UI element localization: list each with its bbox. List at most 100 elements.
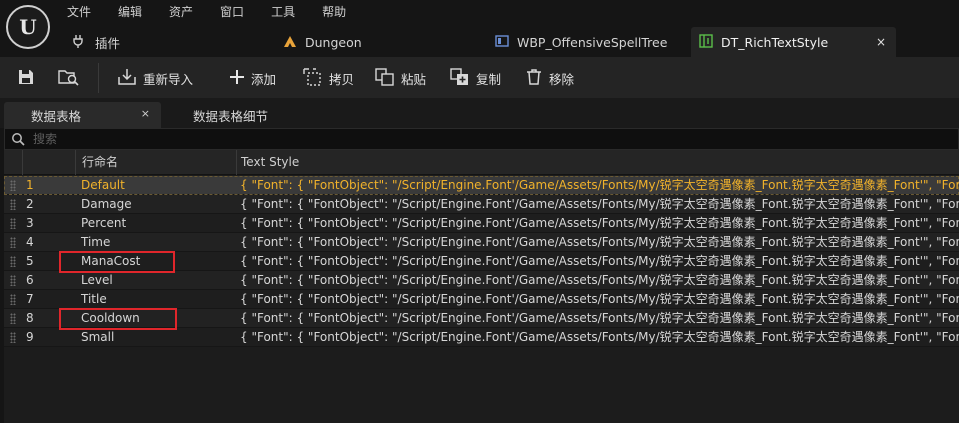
data-table-icon [699,33,713,51]
row-text-style: { "Font": { "FontObject": "/Script/Engin… [240,330,959,344]
table-row[interactable]: 9 Small { "Font": { "FontObject": "/Scri… [4,328,959,347]
table-row[interactable]: 2 Damage { "Font": { "FontObject": "/Scr… [4,195,959,214]
row-name: Level [81,273,113,287]
browse-button[interactable] [58,57,86,99]
row-text-style: { "Font": { "FontObject": "/Script/Engin… [240,178,959,192]
highlight-box-cooldown [59,308,177,330]
panel-tabs: 数据表格 × 数据表格细节 [0,99,959,128]
duplicate-button[interactable]: 复制 [450,57,501,99]
search-icon [11,132,25,149]
close-tab-icon[interactable]: × [876,35,886,49]
trash-icon [525,68,543,89]
table-header: 行命名 Text Style [4,150,959,175]
row-text-style: { "Font": { "FontObject": "/Script/Engin… [240,311,959,325]
row-number: 3 [26,216,34,230]
row-number: 5 [26,254,34,268]
row-number: 8 [26,311,34,325]
level-icon [283,34,297,51]
menu-asset[interactable]: 资产 [169,3,193,21]
highlight-box-manacost [59,251,175,273]
close-panel-icon[interactable]: × [141,107,150,120]
menu-window[interactable]: 窗口 [220,3,244,21]
tab-plugins[interactable]: 插件 [55,27,275,57]
column-header-text-style[interactable]: Text Style [241,150,299,175]
menu-edit[interactable]: 编辑 [118,3,142,21]
table-row[interactable]: 4 Time { "Font": { "FontObject": "/Scrip… [4,233,959,252]
reimport-button[interactable]: 重新导入 [117,57,193,99]
tab-wbp-offensive-spell-tree[interactable]: WBP_OffensiveSpellTree [483,27,691,57]
save-button[interactable] [17,57,41,99]
toolbar-divider [98,63,99,93]
row-text-style: { "Font": { "FontObject": "/Script/Engin… [240,254,959,268]
table-row[interactable]: 3 Percent { "Font": { "FontObject": "/Sc… [4,214,959,233]
table-row[interactable]: 6 Level { "Font": { "FontObject": "/Scri… [4,271,959,290]
unreal-logo-icon[interactable]: U [6,5,50,49]
column-divider [22,150,23,175]
row-name: Small [81,330,115,344]
row-name: Percent [81,216,127,230]
row-number: 4 [26,235,34,249]
tab-label: 数据表格细节 [193,108,269,124]
tab-data-table-details[interactable]: 数据表格细节 [193,102,268,128]
browse-asset-icon [58,68,80,89]
column-divider [75,150,76,175]
drag-handle-icon[interactable] [10,294,16,305]
document-tabs: 插件 Dungeon WBP_OffensiveSpellTree DT_Ric… [55,27,896,57]
drag-handle-icon[interactable] [10,313,16,324]
table-row[interactable]: 7 Title { "Font": { "FontObject": "/Scri… [4,290,959,309]
tab-label: 插件 [95,35,121,51]
menu-bar: 文件 编辑 资产 窗口 工具 帮助 [67,3,373,21]
reimport-label: 重新导入 [143,71,194,87]
column-divider [236,150,237,175]
row-number: 7 [26,292,34,306]
table-row[interactable]: 1 Default { "Font": { "FontObject": "/Sc… [4,176,959,195]
column-header-row-name[interactable]: 行命名 [82,150,118,175]
paste-icon [375,67,395,89]
reimport-icon [117,68,137,89]
tab-dt-rich-text-style[interactable]: DT_RichTextStyle × [691,27,896,57]
menu-tools[interactable]: 工具 [271,3,295,21]
row-text-style: { "Font": { "FontObject": "/Script/Engin… [240,292,959,306]
row-text-style: { "Font": { "FontObject": "/Script/Engin… [240,216,959,230]
row-name: Title [81,292,107,306]
tab-label: WBP_OffensiveSpellTree [517,34,668,50]
drag-handle-icon[interactable] [10,237,16,248]
copy-button[interactable]: 拷贝 [303,57,354,99]
remove-button[interactable]: 移除 [525,57,574,99]
row-number: 1 [26,178,34,192]
tab-dungeon[interactable]: Dungeon [275,27,483,57]
menu-file[interactable]: 文件 [67,3,91,21]
add-label: 添加 [251,71,277,87]
copy-label: 拷贝 [329,71,355,87]
drag-handle-icon[interactable] [10,332,16,343]
plug-icon [73,34,87,51]
paste-label: 粘贴 [401,71,427,87]
tab-label: Dungeon [305,34,362,50]
row-text-style: { "Font": { "FontObject": "/Script/Engin… [240,197,959,211]
paste-button[interactable]: 粘贴 [375,57,426,99]
duplicate-icon [450,67,470,89]
title-bar: U 文件 编辑 资产 窗口 工具 帮助 插件 Dungeon WBP_Offen… [0,0,959,57]
row-text-style: { "Font": { "FontObject": "/Script/Engin… [240,273,959,287]
duplicate-label: 复制 [476,71,502,87]
row-number: 2 [26,197,34,211]
search-input[interactable] [33,130,933,148]
tab-data-table[interactable]: 数据表格 × [4,102,161,128]
row-name: Default [81,178,125,192]
search-bar [4,128,959,150]
drag-handle-icon[interactable] [10,199,16,210]
drag-handle-icon[interactable] [10,256,16,267]
save-icon [17,68,35,89]
drag-handle-icon[interactable] [10,275,16,286]
drag-handle-icon[interactable] [10,180,16,191]
row-name: Time [81,235,111,249]
row-text-style: { "Font": { "FontObject": "/Script/Engin… [240,235,959,249]
plus-icon [229,69,245,88]
add-row-button[interactable]: 添加 [229,57,276,99]
drag-handle-icon[interactable] [10,218,16,229]
copy-icon [303,67,323,89]
row-number: 9 [26,330,34,344]
menu-help[interactable]: 帮助 [322,3,346,21]
row-name: Damage [81,197,132,211]
remove-label: 移除 [549,71,575,87]
